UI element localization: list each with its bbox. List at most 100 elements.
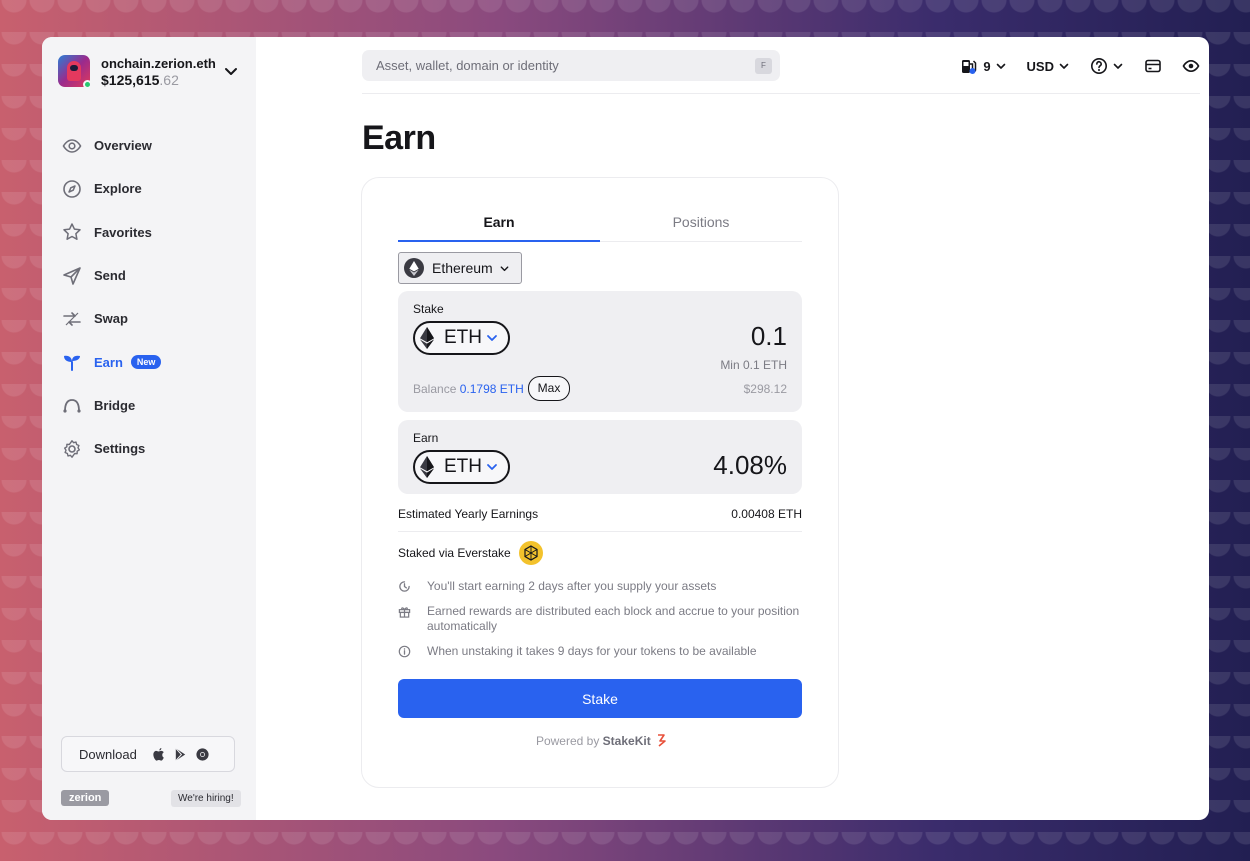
ethereum-icon (420, 327, 434, 349)
credit-card-icon (1145, 59, 1161, 73)
gift-icon (398, 607, 411, 618)
sidebar-nav: Overview Explore Favorites Send Swap Ear… (62, 124, 242, 470)
estimated-earnings-label: Estimated Yearly Earnings (398, 507, 539, 521)
search-shortcut-key: F (755, 58, 772, 74)
stake-panel: Stake ETH Min 0.1 ETH Balance 0.1798 ETH… (398, 291, 802, 412)
network-label: Ethereum (432, 260, 493, 276)
chevron-down-icon (1059, 63, 1069, 69)
card-button[interactable] (1144, 57, 1162, 75)
stake-button[interactable]: Stake (398, 679, 802, 718)
earn-card: Earn Positions Ethereum Stake ETH Min 0.… (361, 177, 839, 788)
info-text: When unstaking it takes 9 days for your … (427, 644, 757, 658)
sidebar-item-send[interactable]: Send (62, 254, 242, 297)
estimated-earnings-value: 0.00408 ETH (731, 507, 802, 521)
star-icon (63, 223, 81, 241)
stake-token-selector[interactable]: ETH (413, 321, 510, 355)
earn-tabs: Earn Positions (398, 214, 802, 242)
gas-pump-icon (962, 60, 977, 74)
eye-icon (62, 138, 82, 153)
sidebar-item-label: Favorites (94, 224, 152, 240)
info-item: When unstaking it takes 9 days for your … (398, 644, 802, 659)
sidebar-item-label: Swap (94, 311, 128, 327)
clock-refresh-icon (399, 581, 410, 592)
chrome-icon (196, 747, 209, 761)
sidebar-item-label: Explore (94, 181, 142, 197)
sidebar-item-swap[interactable]: Swap (62, 297, 242, 340)
sprout-icon (64, 355, 80, 372)
new-badge: New (130, 355, 162, 370)
ethereum-icon (404, 258, 424, 278)
stake-label: Stake (413, 302, 444, 316)
sidebar: onchain.zerion.eth $125,615.62 Overview … (42, 37, 256, 820)
earn-panel: Earn ETH 4.08% (398, 420, 802, 494)
sidebar-item-label: Overview (94, 138, 152, 154)
stakekit-logo-icon (658, 734, 666, 747)
earn-token-selector[interactable]: ETH (413, 450, 510, 484)
account-balance: $125,615.62 (101, 72, 179, 88)
chevron-down-icon (1113, 63, 1123, 69)
sidebar-item-settings[interactable]: Settings (62, 427, 242, 470)
currency-label: USD (1026, 58, 1054, 74)
zerion-logo: zerion (61, 790, 110, 806)
stakekit-link[interactable]: StakeKit (603, 734, 651, 748)
gear-icon (64, 439, 80, 458)
currency-selector[interactable]: USD (1027, 59, 1070, 74)
token-label: ETH (444, 327, 482, 348)
help-icon (1091, 58, 1107, 74)
staking-provider: Staked via Everstake (398, 541, 543, 565)
earn-label: Earn (413, 431, 439, 445)
sidebar-item-label: Earn (94, 354, 123, 370)
chevron-down-icon (500, 265, 509, 271)
account-switcher[interactable]: onchain.zerion.eth $125,615.62 (58, 55, 242, 89)
max-button[interactable]: Max (528, 376, 570, 401)
apple-icon (153, 747, 164, 761)
tab-earn[interactable]: Earn (398, 214, 600, 242)
info-text: You'll start earning 2 days after you su… (427, 579, 717, 593)
top-actions: 9 USD (940, 55, 1200, 77)
compass-icon (63, 180, 81, 198)
sidebar-item-label: Bridge (94, 397, 136, 413)
chevron-down-icon (487, 464, 497, 470)
usd-value: $298.12 (743, 382, 787, 396)
sidebar-item-earn[interactable]: Earn New (62, 340, 242, 383)
download-label: Download (79, 746, 137, 762)
online-status-dot (83, 80, 92, 89)
page-title: Earn (362, 119, 436, 157)
play-store-icon (175, 747, 186, 761)
stake-amount-input[interactable] (637, 321, 787, 352)
token-label: ETH (444, 456, 482, 477)
minimum-stake-text: Min 0.1 ETH (720, 358, 787, 372)
apy-value: 4.08% (713, 450, 787, 480)
top-bar: F 9 USD (362, 37, 1200, 94)
eye-icon (1182, 59, 1200, 73)
chevron-down-icon (487, 335, 497, 341)
info-item: Earned rewards are distributed each bloc… (398, 604, 802, 634)
tab-positions[interactable]: Positions (600, 214, 802, 241)
search-input[interactable] (362, 50, 780, 81)
info-icon (398, 645, 411, 658)
help-menu-button[interactable] (1090, 57, 1124, 75)
sidebar-item-label: Settings (94, 441, 146, 457)
balance-value[interactable]: 0.1798 ETH (460, 382, 524, 396)
download-button[interactable]: Download (61, 736, 235, 772)
bridge-icon (63, 399, 81, 414)
sidebar-item-explore[interactable]: Explore (62, 167, 242, 210)
info-item: You'll start earning 2 days after you su… (398, 579, 802, 594)
chevron-down-icon[interactable] (223, 63, 239, 79)
sidebar-item-favorites[interactable]: Favorites (62, 211, 242, 254)
chevron-down-icon (996, 63, 1005, 69)
send-icon (63, 266, 81, 285)
info-text: Earned rewards are distributed each bloc… (427, 604, 800, 633)
account-name: onchain.zerion.eth (101, 56, 216, 71)
sidebar-item-overview[interactable]: Overview (62, 124, 242, 167)
everstake-logo-icon (518, 541, 543, 565)
sidebar-item-label: Send (94, 268, 126, 284)
gas-price-button[interactable]: 9 (960, 57, 1006, 75)
network-selector[interactable]: Ethereum (398, 252, 522, 284)
ethereum-icon (420, 456, 434, 478)
visibility-toggle[interactable] (1182, 57, 1200, 75)
balance-text: Balance 0.1798 ETH (413, 382, 524, 396)
hiring-link[interactable]: We're hiring! (171, 790, 241, 807)
sidebar-item-bridge[interactable]: Bridge (62, 384, 242, 427)
swap-icon (63, 312, 81, 326)
